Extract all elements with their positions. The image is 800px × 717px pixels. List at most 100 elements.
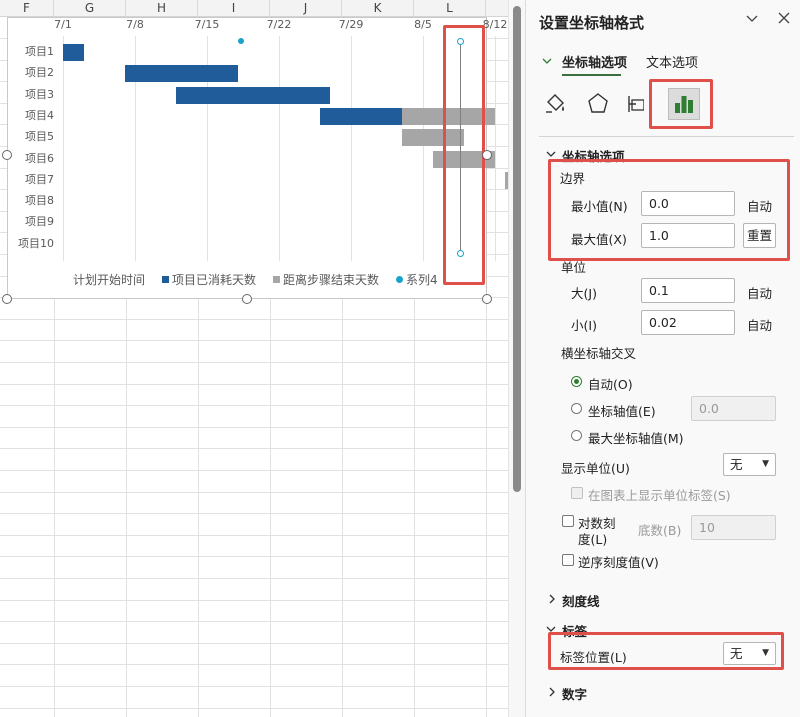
column-header-l[interactable]: L (414, 0, 486, 17)
column-header-j[interactable]: J (270, 0, 342, 17)
size-properties-icon[interactable] (626, 90, 644, 118)
legend-swatch-series4 (396, 276, 403, 283)
date-tick-label: 7/22 (266, 18, 292, 31)
pane-separator (539, 136, 794, 137)
grid-row-line (0, 362, 508, 363)
effects-icon[interactable] (584, 90, 612, 118)
chart-gridline (495, 36, 496, 261)
highlight-secondary-axis (443, 25, 485, 285)
tab-axis-options[interactable]: 坐标轴选项 (562, 52, 627, 71)
cross-auto-radio[interactable] (571, 376, 582, 387)
cross-max-radio[interactable] (571, 430, 582, 441)
vertical-scrollbar[interactable] (508, 0, 526, 717)
grid-row-line (0, 686, 508, 687)
label-position-select[interactable]: 无 ▼ (723, 642, 776, 665)
major-auto-label: 自动 (747, 286, 773, 301)
display-units-select[interactable]: 无 ▼ (723, 453, 776, 476)
consumed-bar[interactable] (176, 86, 331, 104)
legend-swatch-remaining (273, 276, 280, 283)
cross-auto-label[interactable]: 自动(O) (588, 374, 633, 393)
chevron-right-icon[interactable] (547, 594, 557, 607)
max-input[interactable]: 1.0 (641, 223, 735, 248)
category-label: 项目7 (25, 172, 54, 186)
minor-auto-label: 自动 (747, 318, 773, 333)
cross-max-label[interactable]: 最大坐标轴值(M) (588, 428, 684, 447)
consumed-bar[interactable] (320, 107, 403, 125)
show-units-checkbox[interactable] (571, 487, 583, 499)
log-base-input[interactable]: 10 (691, 515, 776, 540)
format-axis-pane: 设置坐标轴格式 坐标轴选项 文本选项 坐标轴选项 边界 最小值(N) 0.0 自… (526, 0, 800, 717)
min-auto-label: 自动 (747, 199, 773, 214)
chart-gridline (423, 36, 424, 261)
major-unit-input[interactable]: 0.1 (641, 278, 735, 303)
tab-text-options[interactable]: 文本选项 (646, 52, 698, 71)
grid-row-line (0, 319, 508, 320)
legend-item-remaining[interactable]: 距离步骤结束天数 (273, 271, 379, 288)
tab-expand-icon (542, 56, 552, 69)
grid-row-line (0, 340, 508, 341)
category-label: 项目6 (25, 151, 54, 165)
category-label: 项目10 (18, 236, 54, 250)
spreadsheet-grid[interactable]: F G H I J K L 7/17/87/157/227/298/58/128… (0, 0, 508, 717)
column-header-g[interactable]: G (54, 0, 126, 17)
reset-button[interactable]: 重置 (743, 223, 776, 248)
date-tick-label: 7/1 (54, 18, 72, 31)
display-units-value: 无 (730, 457, 743, 472)
column-header-f[interactable]: F (0, 0, 54, 17)
legend-item-series4[interactable]: 系列4 (396, 271, 438, 288)
chart-gridline (63, 36, 64, 261)
chart-gridline (351, 36, 352, 261)
section-tick-marks[interactable]: 刻度线 (562, 591, 600, 610)
column-header-i[interactable]: I (198, 0, 270, 17)
resize-handle-left[interactable] (2, 150, 12, 160)
log-scale-label-2[interactable]: 度(L) (578, 529, 607, 548)
category-label: 项目1 (25, 45, 54, 58)
log-scale-checkbox[interactable] (562, 515, 574, 527)
reverse-order-checkbox[interactable] (562, 554, 574, 566)
axis-options-icon[interactable] (668, 88, 700, 120)
units-label: 单位 (561, 260, 587, 275)
label-position-label: 标签位置(L) (560, 650, 627, 665)
resize-handle-right[interactable] (482, 150, 492, 160)
minor-unit-input[interactable]: 0.02 (641, 310, 735, 335)
fill-line-icon[interactable] (542, 90, 570, 118)
reverse-order-label[interactable]: 逆序刻度值(V) (578, 552, 659, 571)
chevron-down-icon[interactable] (745, 11, 759, 29)
cross-value-radio[interactable] (571, 403, 582, 414)
resize-handle-bottom[interactable] (242, 294, 252, 304)
cross-value-input[interactable]: 0.0 (691, 396, 776, 421)
consumed-bar[interactable] (124, 65, 238, 83)
legend-item-start[interactable]: 计划开始时间 (73, 271, 145, 288)
close-icon[interactable] (777, 11, 791, 29)
grid-row-line (0, 427, 508, 428)
column-header-k[interactable]: K (342, 0, 414, 17)
chevron-right-icon[interactable] (547, 687, 557, 700)
column-header-h[interactable]: H (126, 0, 198, 17)
category-label: 项目3 (25, 87, 54, 101)
grid-row-line (0, 664, 508, 665)
grid-row-line (0, 513, 508, 514)
category-label: 项目5 (25, 130, 54, 144)
consumed-bar[interactable] (63, 44, 84, 61)
grid-row-line (0, 448, 508, 449)
cross-value-label[interactable]: 坐标轴值(E) (588, 401, 656, 420)
scrollbar-thumb[interactable] (513, 6, 521, 492)
column-headers: F G H I J K L (0, 0, 508, 17)
date-tick-label: 7/8 (126, 18, 144, 31)
show-units-label: 在图表上显示单位标签(S) (588, 488, 731, 503)
grid-row-line (0, 708, 508, 709)
legend-item-consumed[interactable]: 项目已消耗天数 (162, 271, 256, 288)
active-tab-indicator (562, 74, 621, 76)
chart-gridline (279, 36, 280, 261)
grid-row-line (0, 643, 508, 644)
resize-handle-bottom-right[interactable] (482, 294, 492, 304)
grid-row-line (0, 384, 508, 385)
grid-row-line (0, 556, 508, 557)
resize-handle-bottom-left[interactable] (2, 294, 12, 304)
category-label: 项目2 (25, 66, 54, 80)
gantt-chart[interactable]: 7/17/87/157/227/298/58/128/198/26 项目1项目2… (7, 17, 508, 299)
grid-row-line (0, 470, 508, 471)
section-number[interactable]: 数字 (562, 684, 587, 703)
min-input[interactable]: 0.0 (641, 191, 735, 216)
series4-point[interactable] (238, 38, 244, 44)
